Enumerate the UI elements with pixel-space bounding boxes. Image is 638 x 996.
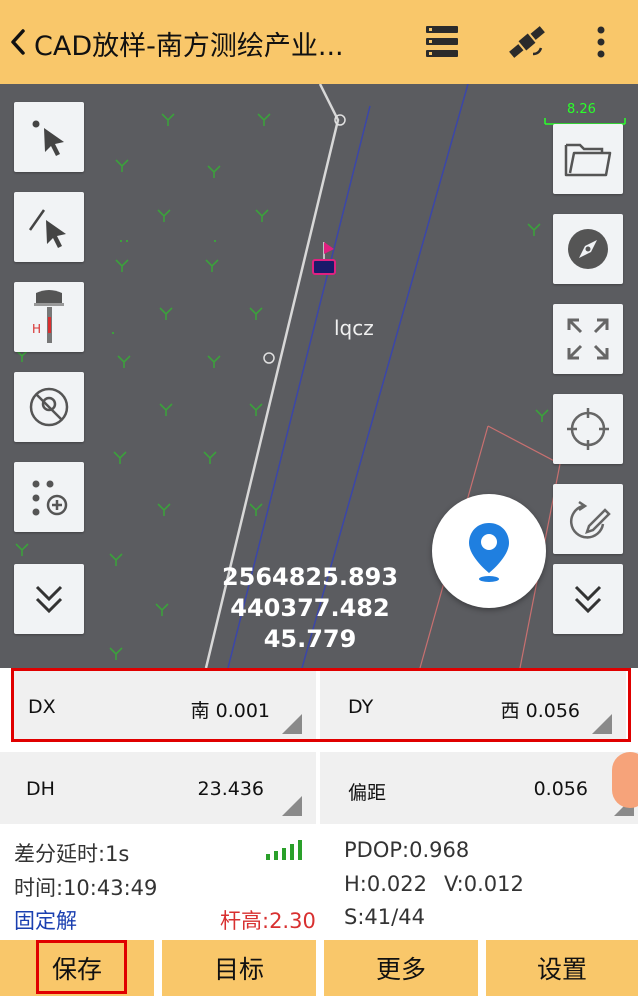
list-icon bbox=[426, 26, 458, 57]
compass-icon bbox=[568, 229, 608, 269]
settings-label: 设置 bbox=[536, 955, 587, 984]
signal-bars-icon bbox=[266, 840, 302, 860]
add-point-button[interactable] bbox=[14, 462, 84, 532]
map-view[interactable]: 8.26 lqcz H 2564825.893 440377.482 45.77… bbox=[0, 84, 638, 668]
point-add-icon bbox=[32, 480, 68, 516]
dh-cell[interactable]: DH 23.436 bbox=[0, 752, 316, 824]
dropdown-corner-icon bbox=[282, 796, 302, 816]
offset-value: 0.056 bbox=[533, 778, 588, 800]
pole-height[interactable]: 杆高:2.30 bbox=[220, 905, 316, 935]
center-target-button[interactable] bbox=[553, 394, 623, 464]
list-menu-button[interactable] bbox=[420, 20, 464, 64]
dropdown-corner-icon bbox=[592, 714, 612, 734]
point-select-icon bbox=[32, 120, 64, 156]
coord-north: 2564825.893 bbox=[221, 563, 399, 591]
offset-cell[interactable]: 偏距 0.056 bbox=[320, 752, 638, 824]
target-button[interactable]: 目标 bbox=[162, 940, 316, 996]
status-panel: 差分延时:1s PDOP:0.968 时间:10:43:49 H:0.022 V… bbox=[0, 830, 638, 940]
target-label: 目标 bbox=[213, 955, 264, 984]
fit-extent-icon bbox=[567, 318, 609, 360]
location-pin-icon bbox=[469, 523, 509, 582]
v-precision: V:0.012 bbox=[444, 872, 524, 896]
diff-delay: 差分延时:1s bbox=[14, 842, 130, 866]
compass-button[interactable] bbox=[553, 214, 623, 284]
satellite-icon bbox=[509, 26, 545, 58]
line-select-icon bbox=[28, 209, 66, 248]
offset-label: 偏距 bbox=[348, 782, 387, 804]
coord-height: 45.779 bbox=[263, 625, 357, 653]
folder-icon bbox=[564, 143, 612, 177]
back-button[interactable] bbox=[6, 24, 30, 60]
more-button[interactable]: 更多 bbox=[324, 940, 478, 996]
dy-cell[interactable]: DY 西 0.056 bbox=[320, 670, 626, 742]
draw-icon bbox=[570, 500, 611, 539]
dropdown-corner-icon bbox=[282, 714, 302, 734]
rover-button[interactable]: H bbox=[14, 282, 84, 352]
satellite-count: S:41/44 bbox=[344, 905, 425, 929]
gps-toggle-button[interactable] bbox=[14, 372, 84, 442]
save-button[interactable]: 保存 bbox=[0, 940, 154, 996]
map-scale-label: 8.26 bbox=[567, 102, 596, 117]
dx-label: DX bbox=[28, 696, 56, 718]
dy-label: DY bbox=[348, 696, 374, 718]
locate-button[interactable] bbox=[432, 494, 546, 608]
chevron-double-down-icon bbox=[35, 585, 63, 614]
solution-status: 固定解 bbox=[14, 909, 77, 933]
dh-value: 23.436 bbox=[197, 778, 264, 800]
open-file-button[interactable] bbox=[553, 124, 623, 194]
line-select-button[interactable] bbox=[14, 192, 84, 262]
gps-time: 时间:10:43:49 bbox=[14, 876, 158, 900]
h-precision: H:0.022 bbox=[344, 872, 427, 896]
dh-label: DH bbox=[26, 778, 55, 800]
dx-cell[interactable]: DX 南 0.001 bbox=[14, 670, 316, 742]
dx-value: 南 0.001 bbox=[190, 700, 270, 722]
top-app-bar: CAD放样-南方测绘产业... bbox=[0, 0, 638, 84]
dy-value: 西 0.056 bbox=[500, 700, 580, 722]
no-gps-icon bbox=[29, 387, 69, 427]
map-layer-label: lqcz bbox=[334, 316, 374, 340]
coord-east: 440377.482 bbox=[230, 594, 390, 622]
pdop: PDOP:0.968 bbox=[344, 838, 470, 862]
more-label: 更多 bbox=[375, 955, 426, 984]
draw-button[interactable] bbox=[553, 484, 623, 554]
settings-button[interactable]: 设置 bbox=[486, 940, 638, 996]
page-title: CAD放样-南方测绘产业... bbox=[34, 31, 344, 62]
bottom-toolbar: 保存 目标 更多 设置 bbox=[0, 940, 638, 996]
chevron-left-icon bbox=[11, 29, 25, 55]
measurement-panel: DX 南 0.001 DY 西 0.056 DH 23.436 偏距 0.056 bbox=[0, 668, 638, 830]
point-select-button[interactable] bbox=[14, 102, 84, 172]
floating-handle[interactable] bbox=[612, 752, 638, 808]
more-options-button[interactable] bbox=[586, 20, 616, 64]
svg-text:H: H bbox=[32, 322, 41, 336]
rover-icon: H bbox=[32, 290, 64, 343]
chevron-double-down-icon bbox=[574, 585, 602, 614]
save-label: 保存 bbox=[51, 955, 102, 984]
fit-extent-button[interactable] bbox=[553, 304, 623, 374]
current-coordinates: 2564825.893 440377.482 45.779 bbox=[220, 562, 400, 655]
more-vertical-icon bbox=[597, 26, 605, 58]
satellite-button[interactable] bbox=[503, 18, 551, 66]
right-expand-button[interactable] bbox=[553, 564, 623, 634]
left-expand-button[interactable] bbox=[14, 564, 84, 634]
target-icon bbox=[567, 408, 609, 450]
